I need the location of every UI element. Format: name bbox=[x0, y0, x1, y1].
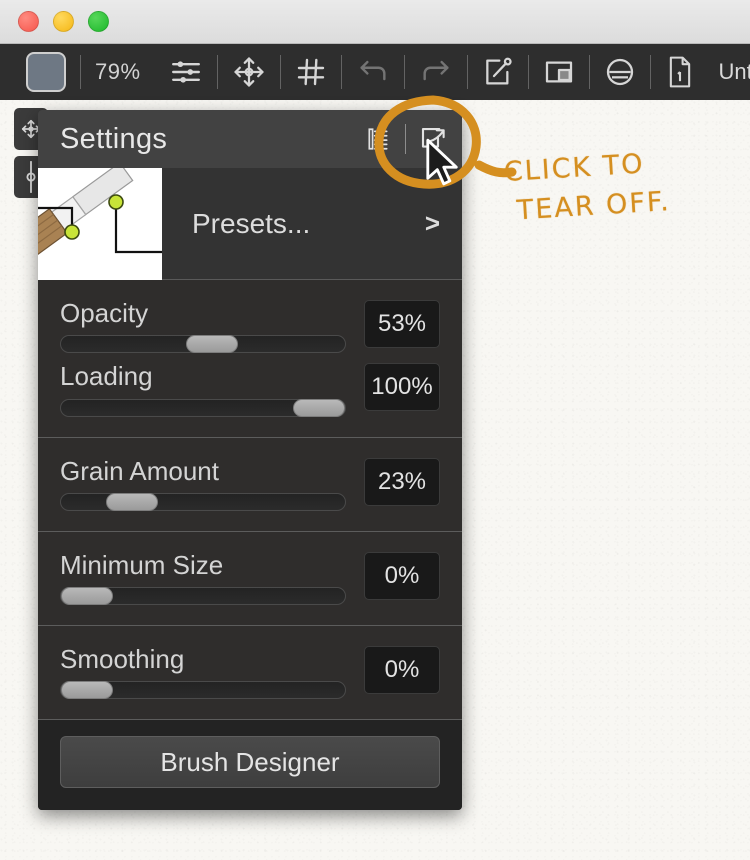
list-menu-icon bbox=[368, 128, 388, 150]
redo-button[interactable] bbox=[405, 44, 467, 100]
control-opacity: Opacity 53% bbox=[60, 294, 440, 357]
minimum-size-value[interactable]: 0% bbox=[364, 551, 440, 600]
grain-amount-value[interactable]: 23% bbox=[364, 457, 440, 506]
app-toolbar: 79% Unt bbox=[0, 44, 750, 100]
smoothing-slider[interactable] bbox=[60, 681, 346, 700]
share-export-icon bbox=[485, 57, 512, 85]
settings-panel: Settings Presets... > Opacity 53% Loadin… bbox=[38, 110, 462, 811]
preset-row[interactable]: Presets... > bbox=[38, 168, 462, 280]
control-label: Minimum Size bbox=[60, 549, 224, 580]
settings-panel-header[interactable]: Settings bbox=[38, 110, 462, 168]
smoothing-value[interactable]: 0% bbox=[364, 646, 440, 695]
mouse-cursor-icon bbox=[426, 138, 458, 186]
control-group: Smoothing 0% bbox=[38, 626, 462, 721]
undo-button[interactable] bbox=[342, 44, 404, 100]
control-label: Loading bbox=[60, 361, 153, 392]
control-minimum-size: Minimum Size 0% bbox=[60, 546, 440, 609]
control-label: Smoothing bbox=[60, 644, 185, 675]
zoom-level-button[interactable]: 79% bbox=[81, 44, 155, 100]
color-wheel-button[interactable] bbox=[590, 44, 650, 100]
document-title: Unti bbox=[718, 59, 750, 84]
control-grain-amount: Grain Amount 23% bbox=[60, 452, 440, 515]
control-label: Opacity bbox=[60, 298, 149, 328]
undo-icon bbox=[360, 60, 386, 81]
minimum-size-slider[interactable] bbox=[60, 587, 346, 606]
layers-icon bbox=[545, 61, 572, 83]
brush-preview-icon bbox=[38, 168, 162, 280]
slider-thumb[interactable] bbox=[293, 398, 345, 417]
color-swatch-icon bbox=[26, 52, 66, 92]
window-titlebar bbox=[0, 0, 750, 44]
color-wheel-icon bbox=[606, 58, 633, 86]
slider-thumb[interactable] bbox=[61, 587, 113, 606]
application-window: 79% Unt Settings Presets... > Opacity 53… bbox=[0, 0, 750, 860]
panel-title: Settings bbox=[60, 122, 168, 155]
control-smoothing: Smoothing 0% bbox=[60, 640, 440, 703]
preset-label: Presets... bbox=[192, 207, 311, 239]
control-left: Grain Amount bbox=[60, 455, 346, 511]
document-button[interactable] bbox=[651, 44, 709, 100]
slider-thumb[interactable] bbox=[106, 492, 158, 511]
settings-panel-footer: Brush Designer bbox=[38, 720, 462, 811]
document-icon bbox=[669, 56, 690, 88]
header-divider bbox=[405, 124, 406, 154]
opacity-slider[interactable] bbox=[60, 335, 346, 354]
control-group: Minimum Size 0% bbox=[38, 531, 462, 627]
close-window-button[interactable] bbox=[18, 11, 39, 32]
control-left: Smoothing bbox=[60, 644, 346, 700]
grain-amount-slider[interactable] bbox=[60, 492, 346, 511]
control-left: Minimum Size bbox=[60, 549, 346, 606]
move-transform-button[interactable] bbox=[218, 44, 280, 100]
share-export-button[interactable] bbox=[468, 44, 528, 100]
list-menu-button[interactable] bbox=[361, 119, 395, 159]
brush-preview-thumbnail[interactable] bbox=[38, 168, 162, 280]
brush-designer-button[interactable]: Brush Designer bbox=[60, 736, 440, 789]
opacity-value[interactable]: 53% bbox=[364, 300, 440, 348]
control-label: Grain Amount bbox=[60, 455, 219, 486]
chevron-right-icon: > bbox=[424, 208, 440, 238]
sliders-button[interactable] bbox=[155, 44, 217, 100]
control-group: Opacity 53% Loading 100% bbox=[38, 280, 462, 438]
loading-value[interactable]: 100% bbox=[364, 363, 440, 412]
grid-button[interactable] bbox=[281, 44, 341, 100]
control-group: Grain Amount 23% bbox=[38, 437, 462, 532]
maximize-window-button[interactable] bbox=[88, 11, 109, 32]
traffic-lights bbox=[18, 11, 109, 32]
grid-icon bbox=[297, 58, 324, 86]
color-swatch-button[interactable] bbox=[12, 44, 80, 100]
annotation-text: CLICK TO TEAR OFF. bbox=[503, 148, 672, 228]
control-left: Opacity bbox=[60, 298, 346, 354]
layers-button[interactable] bbox=[529, 44, 589, 100]
preset-label-wrap[interactable]: Presets... > bbox=[162, 168, 462, 279]
zoom-level-label: 79% bbox=[95, 59, 141, 84]
sliders-icon bbox=[171, 61, 200, 83]
loading-slider[interactable] bbox=[60, 398, 346, 417]
minimize-window-button[interactable] bbox=[53, 11, 74, 32]
control-loading: Loading 100% bbox=[60, 357, 440, 420]
control-left: Loading bbox=[60, 361, 346, 417]
slider-thumb[interactable] bbox=[185, 335, 238, 354]
redo-icon bbox=[423, 60, 449, 81]
move-transform-icon bbox=[233, 57, 264, 87]
slider-thumb[interactable] bbox=[61, 681, 113, 700]
